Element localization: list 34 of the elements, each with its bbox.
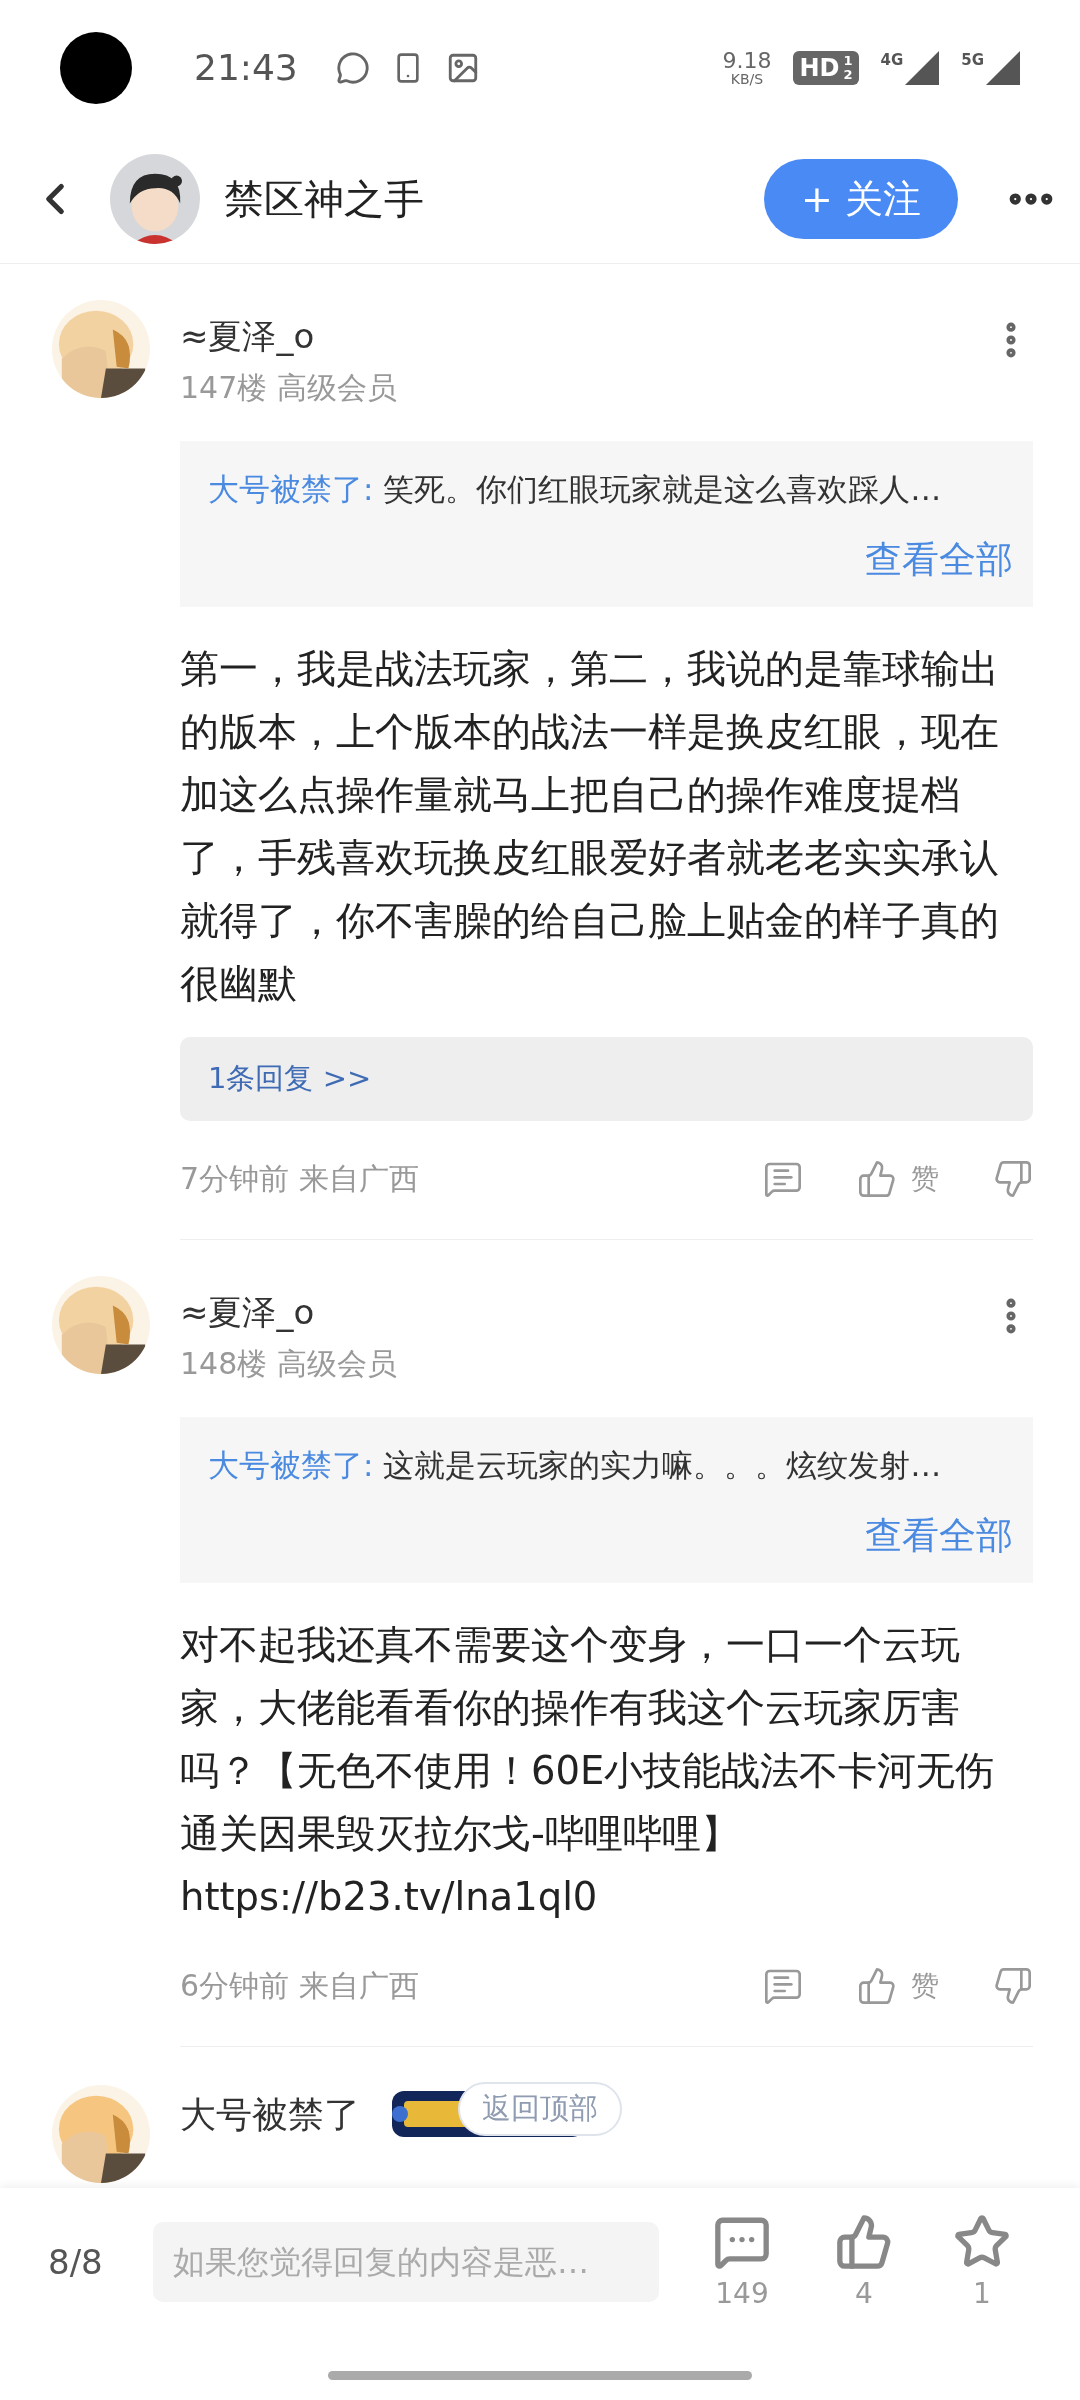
author-name[interactable]: ≈夏泽_o <box>180 1290 989 1336</box>
comments-button[interactable]: 149 <box>707 2213 777 2310</box>
view-all-link[interactable]: 查看全部 <box>865 535 1013 585</box>
comment-text: https://b23.tv/lna1ql0 <box>180 1873 599 1921</box>
dislike-button[interactable] <box>993 1159 1033 1199</box>
floor-rank: 148楼 高级会员 <box>180 1345 398 1383</box>
thread-author: 禁区神之手 <box>224 174 425 224</box>
replies-button[interactable]: 1条回复 >> <box>180 1037 1033 1121</box>
comment-text: 第一，我是战法玩家，第二，我说的是靠球输出的版本，上个版本的战法一样是换皮红眼，现在加这么点操作量就马上把自己的操作难度提档了，手残喜欢玩换皮红眼爱好者就老老实实承认就得了，你不害臊的给自己脸上贴金的样子真的很幽默 <box>180 645 1000 1008</box>
favorite-button[interactable]: 1 <box>947 2213 1017 2310</box>
floor-rank: 147楼 高级会员 <box>180 369 398 407</box>
back-to-top-button[interactable]: 返回顶部 <box>458 2082 622 2136</box>
view-all-link[interactable]: 查看全部 <box>865 1511 1013 1561</box>
network-type: 4G <box>880 50 904 69</box>
quote-text: 大号被禁了: 笑死。你们红眼玩家就是这么喜欢踩人… <box>208 470 943 509</box>
like-button[interactable]: 4 <box>829 2213 899 2310</box>
quote-text: 大号被禁了: 这就是云玩家的实力嘛。。。炫纹发射… <box>208 1446 943 1485</box>
network-speed: 9.18 <box>722 49 772 72</box>
page-indicator: 8/8 <box>48 2241 104 2282</box>
comment-time: 6分钟前 来自广西 <box>180 1966 420 2005</box>
reply-input[interactable]: 如果您觉得回复的内容是恶… <box>153 2221 659 2302</box>
dislike-button[interactable] <box>993 1966 1033 2006</box>
comment-time: 7分钟前 来自广西 <box>180 1159 420 1198</box>
signal-icon <box>986 50 1020 85</box>
network-type: 5G <box>961 50 984 69</box>
chat-bubble-icon <box>335 50 370 85</box>
author-name[interactable]: ≈夏泽_o <box>180 314 989 360</box>
speed-unit: KB/S <box>730 71 764 86</box>
signal-icon <box>905 50 940 85</box>
like-button[interactable]: 赞 <box>857 1159 939 1199</box>
clock: 21:43 <box>194 47 298 88</box>
like-button[interactable]: 赞 <box>857 1966 939 2006</box>
author-name[interactable]: 大号被禁了 <box>180 2091 360 2140</box>
follow-button[interactable]: + 关注 <box>764 159 958 239</box>
